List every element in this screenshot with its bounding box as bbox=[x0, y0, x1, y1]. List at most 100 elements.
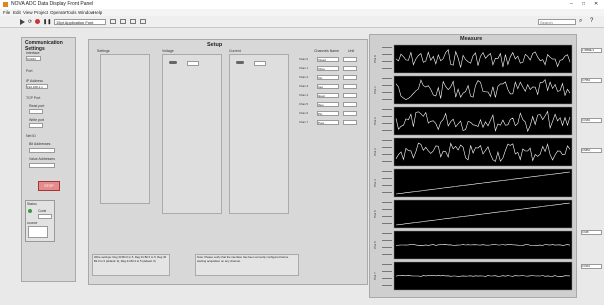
plot-0-area[interactable] bbox=[393, 44, 573, 74]
chan-3-name[interactable]: Iout bbox=[317, 84, 339, 89]
plot-7-tick-label bbox=[382, 278, 392, 279]
menu-edit[interactable]: Edit bbox=[13, 9, 21, 16]
plot-2-area[interactable] bbox=[393, 106, 573, 136]
status-indicator bbox=[28, 209, 32, 213]
chan-3-label: Chan 3 bbox=[299, 84, 309, 88]
reorder-icon[interactable] bbox=[140, 19, 146, 24]
plot-5-tick-label bbox=[382, 223, 392, 224]
pause-icon[interactable]: ❚❚ bbox=[43, 19, 51, 25]
plot-5-tick-label bbox=[382, 202, 392, 203]
voltage-setpoint-field[interactable] bbox=[187, 61, 199, 66]
plot-3-area[interactable] bbox=[393, 137, 573, 167]
plot-1-tick-label bbox=[382, 92, 392, 93]
plot-5-tick-label bbox=[382, 216, 392, 217]
chan-2-label: Chan 2 bbox=[299, 75, 309, 79]
chan-4-label: Chan 4 bbox=[299, 93, 309, 97]
read-port-label: Read port bbox=[29, 104, 45, 108]
status-cluster: Status Code source bbox=[25, 200, 55, 242]
current-toggle[interactable] bbox=[236, 61, 244, 64]
write-settings-note: Write settings: Reg 30 Bit 0 to 5, Reg 3… bbox=[92, 254, 170, 276]
readout-3: 0.6852 bbox=[581, 148, 602, 153]
chan-5-label: Chan 5 bbox=[299, 102, 309, 106]
chan-2-name[interactable]: Vin bbox=[317, 75, 339, 80]
plot-3-tick-label bbox=[382, 154, 392, 155]
abort-icon[interactable] bbox=[35, 19, 40, 24]
run-continuously-icon[interactable]: ⟳ bbox=[28, 19, 32, 25]
ip-address-label: IP Address bbox=[26, 79, 43, 83]
voltage-header: Voltage bbox=[162, 49, 174, 53]
current-header: Current bbox=[229, 49, 241, 53]
chan-3-unit[interactable] bbox=[343, 84, 357, 89]
menu-project[interactable]: Project bbox=[34, 9, 48, 16]
stop-button[interactable]: STOP bbox=[38, 181, 60, 191]
write-port-field[interactable] bbox=[29, 123, 43, 128]
chan-7-name[interactable]: Pout bbox=[317, 120, 339, 125]
close-button[interactable]: ✕ bbox=[594, 0, 598, 9]
chan-1-unit[interactable] bbox=[343, 66, 357, 71]
value-addresses-label: Value Addresses bbox=[29, 157, 56, 161]
setup-title: Setup bbox=[207, 42, 223, 48]
plot-2-tick-label bbox=[382, 130, 392, 131]
run-icon[interactable] bbox=[20, 19, 25, 25]
minimize-button[interactable]: – bbox=[570, 0, 573, 9]
plot-2-tick-label bbox=[382, 123, 392, 124]
source-field bbox=[28, 226, 48, 238]
voltage-toggle[interactable] bbox=[169, 61, 177, 64]
align-icon[interactable] bbox=[110, 19, 116, 24]
read-port-field[interactable] bbox=[29, 109, 43, 114]
chan-4-unit[interactable] bbox=[343, 93, 357, 98]
chan-5-unit[interactable] bbox=[343, 102, 357, 107]
menu-operate[interactable]: Operate bbox=[50, 9, 66, 16]
setup-panel: Setup Settings Voltage Current Channels … bbox=[88, 39, 368, 285]
net-id-label: Net ID bbox=[26, 134, 36, 138]
plot-4-tick-label bbox=[382, 185, 392, 186]
plot-0-label: Plot 0 bbox=[373, 55, 377, 63]
search-icon[interactable]: ⌕ bbox=[579, 18, 582, 25]
menu-view[interactable]: View bbox=[23, 9, 33, 16]
plot-5-label: Plot 5 bbox=[373, 210, 377, 218]
chan-6-unit[interactable] bbox=[343, 111, 357, 116]
toolbar: ⟳ ❚❚ 15pt Application Font Search ⌕ ? bbox=[0, 16, 604, 28]
chan-2-unit[interactable] bbox=[343, 75, 357, 80]
readout-0: 1.4589E-3 bbox=[581, 48, 602, 53]
help-icon[interactable]: ? bbox=[590, 18, 593, 24]
plot-3-tick-label bbox=[382, 147, 392, 148]
chan-1-name[interactable]: Vbus bbox=[317, 66, 339, 71]
search-input[interactable]: Search bbox=[538, 19, 576, 25]
communication-settings-panel: Communication Settings Interface COM4 Po… bbox=[21, 37, 76, 282]
menu-file[interactable]: File bbox=[3, 9, 10, 16]
chan-0-unit[interactable] bbox=[343, 57, 357, 62]
ip-address-field[interactable]: 192.168.1.1 bbox=[26, 84, 48, 89]
value-addresses-field[interactable] bbox=[29, 163, 55, 168]
write-port-label: Write port bbox=[29, 118, 45, 122]
font-select[interactable]: 15pt Application Font bbox=[54, 19, 106, 25]
plot-2-tick-label bbox=[382, 116, 392, 117]
chan-6-name[interactable]: Pin bbox=[317, 111, 339, 116]
interface-select[interactable]: COM4 bbox=[26, 56, 41, 61]
resize-icon[interactable] bbox=[130, 19, 136, 24]
plot-7-tick-label bbox=[382, 264, 392, 265]
chan-0-label: Chan 0 bbox=[299, 57, 309, 61]
current-setpoint-field[interactable] bbox=[254, 61, 266, 66]
plot-3-label: Plot 3 bbox=[373, 148, 377, 156]
plot-4-tick-label bbox=[382, 171, 392, 172]
menu-tools[interactable]: Tools bbox=[66, 9, 77, 16]
chan-7-label: Chan 7 bbox=[299, 120, 309, 124]
current-column bbox=[229, 54, 289, 214]
plot-6-tick-label bbox=[382, 233, 392, 234]
chan-0-name[interactable]: Vload bbox=[317, 57, 339, 62]
title-bar: NOVA ADC Data Display Front Panel – □ ✕ bbox=[0, 0, 604, 9]
menu-bar: File Edit View Project Operate Tools Win… bbox=[0, 9, 604, 16]
menu-help[interactable]: Help bbox=[93, 9, 102, 16]
chan-6-label: Chan 6 bbox=[299, 111, 309, 115]
menu-window[interactable]: Window bbox=[78, 9, 94, 16]
chan-7-unit[interactable] bbox=[343, 120, 357, 125]
maximize-button[interactable]: □ bbox=[582, 0, 585, 9]
chan-5-name[interactable]: Ibus bbox=[317, 102, 339, 107]
settings-header: Settings bbox=[97, 49, 110, 53]
bit-addresses-field[interactable] bbox=[29, 148, 55, 153]
chan-1-label: Chan 1 bbox=[299, 66, 309, 70]
distribute-icon[interactable] bbox=[120, 19, 126, 24]
chan-4-name[interactable]: Iload bbox=[317, 93, 339, 98]
plot-1-label: Plot 1 bbox=[373, 86, 377, 94]
